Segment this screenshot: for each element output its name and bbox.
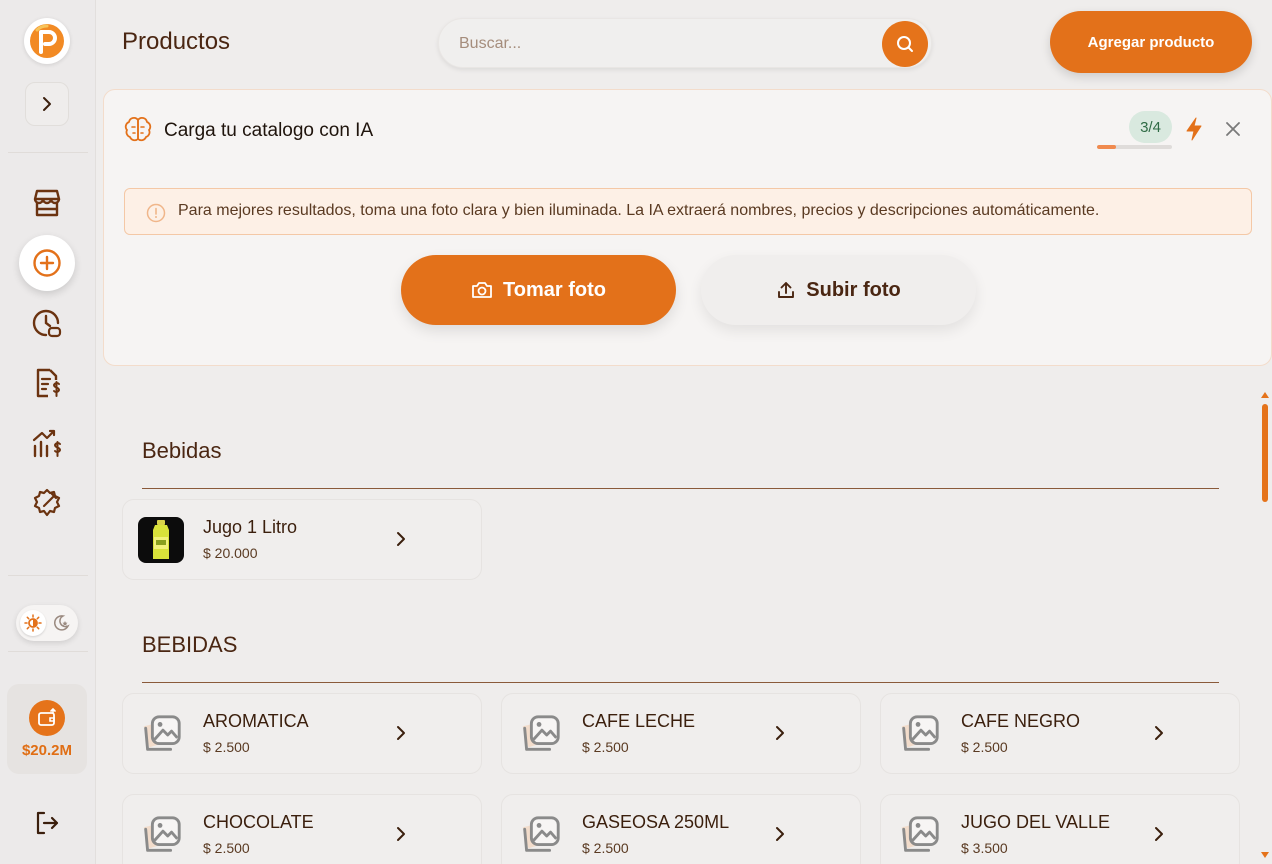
section-divider <box>142 682 1219 683</box>
dark-mode-icon <box>48 610 74 636</box>
product-name: JUGO DEL VALLE <box>961 812 1111 832</box>
image-placeholder-icon <box>517 812 563 858</box>
image-placeholder-icon <box>896 812 942 858</box>
ai-tip-text: Para mejores resultados, toma una foto c… <box>178 202 1100 219</box>
scrollbar[interactable] <box>1260 392 1270 864</box>
add-circle-icon <box>33 249 61 277</box>
chevron-right-icon <box>1155 827 1163 841</box>
chevron-right-icon <box>397 532 405 546</box>
bolt-icon[interactable] <box>1182 116 1206 142</box>
product-card[interactable]: CAFE LECHE $ 2.500 <box>501 693 861 774</box>
logout-icon <box>36 811 59 835</box>
history-icon <box>32 309 62 338</box>
product-card[interactable]: CAFE NEGRO $ 2.500 <box>880 693 1240 774</box>
image-placeholder-icon <box>138 812 184 858</box>
chevron-right-icon <box>776 827 784 841</box>
scrollbar-thumb[interactable] <box>1262 404 1268 502</box>
product-price: $ 20.000 <box>203 545 258 561</box>
product-card[interactable]: Jugo 1 Litro $ 20.000 <box>122 499 482 580</box>
take-photo-label: Tomar foto <box>503 278 606 301</box>
wallet-balance[interactable]: $20.2M <box>7 684 87 774</box>
close-icon[interactable] <box>1222 118 1244 140</box>
upload-icon <box>778 282 795 298</box>
chevron-right-icon <box>397 827 405 841</box>
product-card[interactable]: GASEOSA 250ML $ 2.500 <box>501 794 861 864</box>
sales-chart-icon <box>32 429 62 458</box>
add-product-button[interactable]: Agregar producto <box>1050 11 1252 73</box>
search-icon <box>897 36 913 52</box>
theme-toggle[interactable] <box>16 605 78 641</box>
product-card[interactable]: JUGO DEL VALLE $ 3.500 <box>880 794 1240 864</box>
sidebar: $20.2M <box>0 0 96 864</box>
light-mode-icon <box>20 610 46 636</box>
scroll-down-arrow-icon[interactable] <box>1261 852 1269 858</box>
ai-progress-fill <box>1097 145 1116 149</box>
brain-icon <box>124 117 152 142</box>
store-icon <box>33 189 61 217</box>
sidebar-divider <box>8 651 88 652</box>
take-photo-button[interactable]: Tomar foto <box>401 255 676 325</box>
logout-button[interactable] <box>30 806 64 840</box>
invoice-icon <box>36 368 61 398</box>
image-placeholder-icon <box>896 711 942 757</box>
nav-add-product[interactable] <box>19 235 75 291</box>
search-input[interactable] <box>459 31 859 57</box>
product-price: $ 2.500 <box>961 739 1008 755</box>
sidebar-divider <box>8 152 88 153</box>
sidebar-divider <box>8 575 88 576</box>
settings-icon <box>33 488 61 517</box>
product-card[interactable]: CHOCOLATE $ 2.500 <box>122 794 482 864</box>
wallet-icon <box>29 699 65 736</box>
product-name: GASEOSA 250ML <box>582 812 730 832</box>
product-price: $ 2.500 <box>203 840 250 856</box>
scroll-up-arrow-icon[interactable] <box>1261 392 1269 398</box>
product-price: $ 2.500 <box>582 840 629 856</box>
sidebar-expand-button[interactable] <box>25 82 69 126</box>
search-bar <box>438 18 932 68</box>
app-logo[interactable] <box>24 18 70 64</box>
product-card[interactable]: AROMATICA $ 2.500 <box>122 693 482 774</box>
product-price: $ 2.500 <box>582 739 629 755</box>
section-divider <box>142 488 1219 489</box>
section-title: BEBIDAS <box>142 632 238 657</box>
logo-icon <box>30 24 64 58</box>
product-name: CAFE NEGRO <box>961 711 1081 731</box>
product-name: CHOCOLATE <box>203 812 314 832</box>
ai-progress-bar <box>1097 145 1172 149</box>
ai-panel-title: Carga tu catalogo con IA <box>164 120 374 141</box>
search-button[interactable] <box>882 21 928 67</box>
nav-settings[interactable] <box>18 476 76 530</box>
upload-photo-label: Subir foto <box>806 278 901 301</box>
info-icon <box>146 203 166 223</box>
product-image <box>138 517 184 563</box>
product-name: Jugo 1 Litro <box>203 517 298 537</box>
ai-catalog-panel: Carga tu catalogo con IA 3/4 Para mejore… <box>103 89 1272 366</box>
wallet-amount: $20.2M <box>21 741 73 759</box>
nav-sales-report[interactable] <box>18 416 76 470</box>
image-placeholder-icon <box>138 711 184 757</box>
product-price: $ 2.500 <box>203 739 250 755</box>
nav-store[interactable] <box>18 176 76 230</box>
chevron-right-icon <box>776 726 784 740</box>
ai-tip-banner: Para mejores resultados, toma una foto c… <box>124 188 1252 235</box>
chevron-right-icon <box>397 726 405 740</box>
ai-usage-counter: 3/4 <box>1129 111 1172 143</box>
chevron-right-icon <box>43 97 51 111</box>
upload-photo-button[interactable]: Subir foto <box>701 255 976 325</box>
product-name: AROMATICA <box>203 711 309 731</box>
section-title: Bebidas <box>142 438 222 463</box>
page-title: Productos <box>122 28 231 55</box>
nav-invoices[interactable] <box>18 356 76 410</box>
image-placeholder-icon <box>517 711 563 757</box>
camera-icon <box>472 282 492 298</box>
chevron-right-icon <box>1155 726 1163 740</box>
nav-history[interactable] <box>18 296 76 350</box>
product-name: CAFE LECHE <box>582 711 696 731</box>
product-price: $ 3.500 <box>961 840 1008 856</box>
